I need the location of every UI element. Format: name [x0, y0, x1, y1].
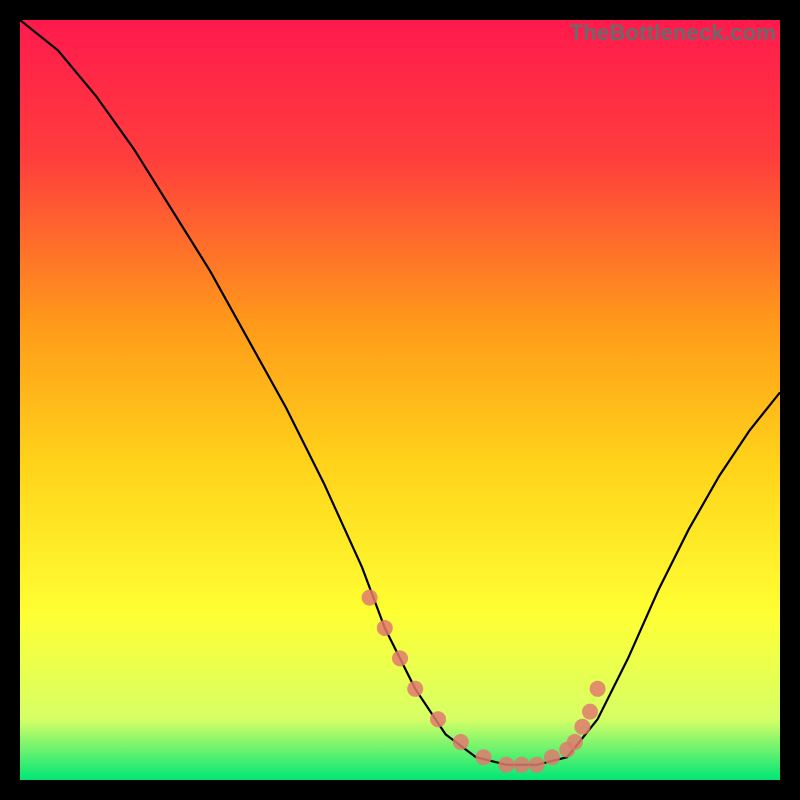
watermark-text: TheBottleneck.com	[570, 20, 776, 46]
chart-frame: TheBottleneck.com	[20, 20, 780, 780]
marker-point	[590, 681, 606, 697]
marker-point	[392, 650, 408, 666]
marker-point	[529, 757, 545, 773]
marker-point	[567, 734, 583, 750]
marker-point	[453, 734, 469, 750]
marker-point	[574, 719, 590, 735]
marker-point	[362, 590, 378, 606]
marker-point	[498, 757, 514, 773]
marker-point	[476, 749, 492, 765]
marker-point	[377, 620, 393, 636]
chart-svg	[20, 20, 780, 780]
marker-point	[582, 704, 598, 720]
marker-point	[430, 711, 446, 727]
marker-point	[544, 749, 560, 765]
marker-point	[407, 681, 423, 697]
marker-point	[514, 757, 530, 773]
